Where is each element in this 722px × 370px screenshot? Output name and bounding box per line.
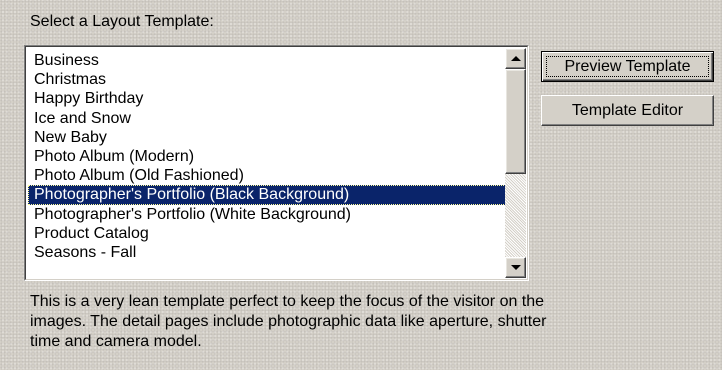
scroll-down-button[interactable] [505, 257, 526, 278]
list-item[interactable]: Photographer's Portfolio (White Backgrou… [28, 205, 506, 224]
scroll-thumb[interactable] [505, 69, 526, 174]
list-item[interactable]: Ice and Snow [28, 109, 506, 128]
template-description: This is a very lean template perfect to … [30, 293, 547, 350]
arrow-up-icon [511, 56, 521, 61]
list-item[interactable]: Photographer's Portfolio (Black Backgrou… [28, 185, 506, 205]
page-title: Select a Layout Template: [30, 13, 214, 30]
scroll-up-button[interactable] [505, 48, 526, 69]
listbox-border: Business Christmas Happy Birthday Ice and S… [25, 46, 528, 280]
list-item[interactable]: New Baby [28, 128, 506, 147]
template-editor-button[interactable]: Template Editor [541, 95, 714, 126]
vertical-scrollbar[interactable] [505, 48, 526, 278]
preview-template-label: Preview Template [564, 58, 691, 75]
template-listbox[interactable]: Business Christmas Happy Birthday Ice and S… [24, 45, 529, 281]
list-item[interactable]: Happy Birthday [28, 89, 506, 108]
list-item[interactable]: Photo Album (Old Fashioned) [28, 166, 506, 185]
template-editor-label: Template Editor [571, 102, 684, 119]
list-item[interactable]: Christmas [28, 70, 506, 89]
layout-template-dialog: Select a Layout Template: Business Christ… [0, 0, 722, 370]
list-item[interactable]: Photo Album (Modern) [28, 147, 506, 166]
arrow-down-icon [511, 265, 521, 270]
template-list[interactable]: Business Christmas Happy Birthday Ice and S… [28, 51, 506, 262]
list-item[interactable]: Product Catalog [28, 224, 506, 243]
list-item[interactable]: Business [28, 51, 506, 70]
preview-template-button[interactable]: Preview Template [541, 51, 714, 82]
list-item[interactable]: Seasons - Fall [28, 243, 506, 262]
